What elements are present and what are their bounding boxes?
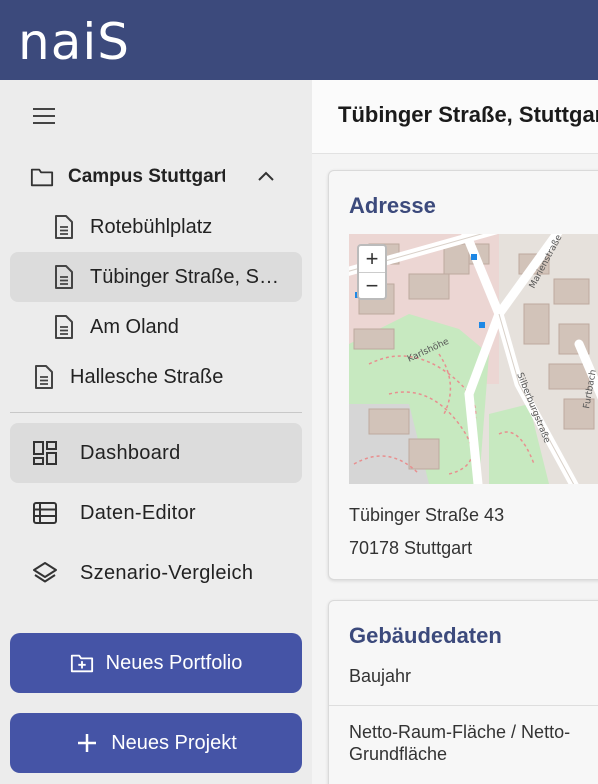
table-icon	[32, 500, 58, 526]
top-app-bar: naiS	[0, 0, 598, 80]
zoom-out-button[interactable]: −	[359, 272, 385, 298]
location-map[interactable]: Karlshöhe Silberburgstraße Marienstraße …	[349, 234, 598, 484]
tree-item-campus-stuttgart[interactable]: Campus Stuttgart	[30, 152, 225, 202]
tree-item-label: Rotebühlplatz	[90, 215, 213, 238]
tree-item-label: Campus Stuttgart	[68, 166, 225, 187]
building-card-title: Gebäudedaten	[349, 623, 502, 648]
nav-item-label: Daten-Editor	[80, 501, 196, 524]
tree-item-tuebinger-strasse[interactable]: Tübinger Straße, S…	[10, 252, 302, 302]
new-portfolio-label: Neues Portfolio	[105, 651, 243, 674]
main-content: Tübinger Straße, Stuttgart Adresse Karls…	[312, 80, 598, 784]
chevron-up-icon[interactable]	[256, 168, 276, 184]
tree-item-rotebuehlplatz[interactable]: Rotebühlplatz	[52, 202, 292, 252]
create-new-folder-icon	[70, 651, 94, 675]
layers-icon	[32, 560, 58, 586]
address-city: 70178 Stuttgart	[349, 538, 473, 558]
page-title: Tübinger Straße, Stuttgart	[338, 102, 598, 127]
nav-item-daten-editor[interactable]: Daten-Editor	[10, 483, 302, 543]
page-header: Tübinger Straße, Stuttgart	[312, 80, 598, 154]
nav-item-label: Szenario-Vergleich	[80, 561, 254, 584]
menu-icon[interactable]	[30, 102, 58, 130]
address-card-title: Adresse	[349, 193, 436, 218]
map-zoom-control: + −	[357, 244, 387, 300]
building-row-label: Netto-Raum-Fläche / Netto-Grundfläche	[349, 722, 571, 764]
nav-item-dashboard[interactable]: Dashboard	[10, 423, 302, 483]
building-row-label: Baujahr	[349, 666, 412, 686]
new-project-label: Neues Projekt	[111, 731, 237, 754]
nav-item-label: Dashboard	[80, 441, 181, 464]
nav-item-szenario-vergleich[interactable]: Szenario-Vergleich	[10, 543, 302, 603]
tree-item-label: Tübinger Straße, S…	[90, 265, 279, 288]
tree-item-label: Hallesche Straße	[70, 365, 224, 388]
address-card: Adresse Karlshöhe Silberburgstraße Marie…	[328, 170, 598, 580]
map-stop-marker	[471, 254, 477, 260]
zoom-in-button[interactable]: +	[359, 246, 385, 272]
new-portfolio-button[interactable]: Neues Portfolio	[10, 633, 302, 693]
folder-icon	[30, 165, 54, 189]
app-logo[interactable]: naiS	[18, 12, 130, 72]
document-icon	[52, 215, 76, 239]
sidebar-divider	[10, 412, 302, 413]
building-data-card: Gebäudedaten Baujahr Netto-Raum-Fläche /…	[328, 600, 598, 784]
new-project-button[interactable]: Neues Projekt	[10, 713, 302, 773]
tree-item-am-oland[interactable]: Am Oland	[52, 302, 292, 352]
tree-item-label: Am Oland	[90, 315, 179, 338]
plus-icon	[75, 731, 99, 755]
document-icon	[32, 365, 56, 389]
address-street: Tübinger Straße 43	[349, 505, 505, 525]
map-stop-marker	[479, 322, 485, 328]
sidebar: Campus Stuttgart Rotebühlplatz Tübinger …	[0, 80, 312, 784]
tree-item-hallesche-strasse[interactable]: Hallesche Straße	[32, 352, 292, 402]
document-icon	[52, 315, 76, 339]
document-icon	[52, 265, 76, 289]
dashboard-icon	[32, 440, 58, 466]
row-divider	[329, 705, 598, 706]
